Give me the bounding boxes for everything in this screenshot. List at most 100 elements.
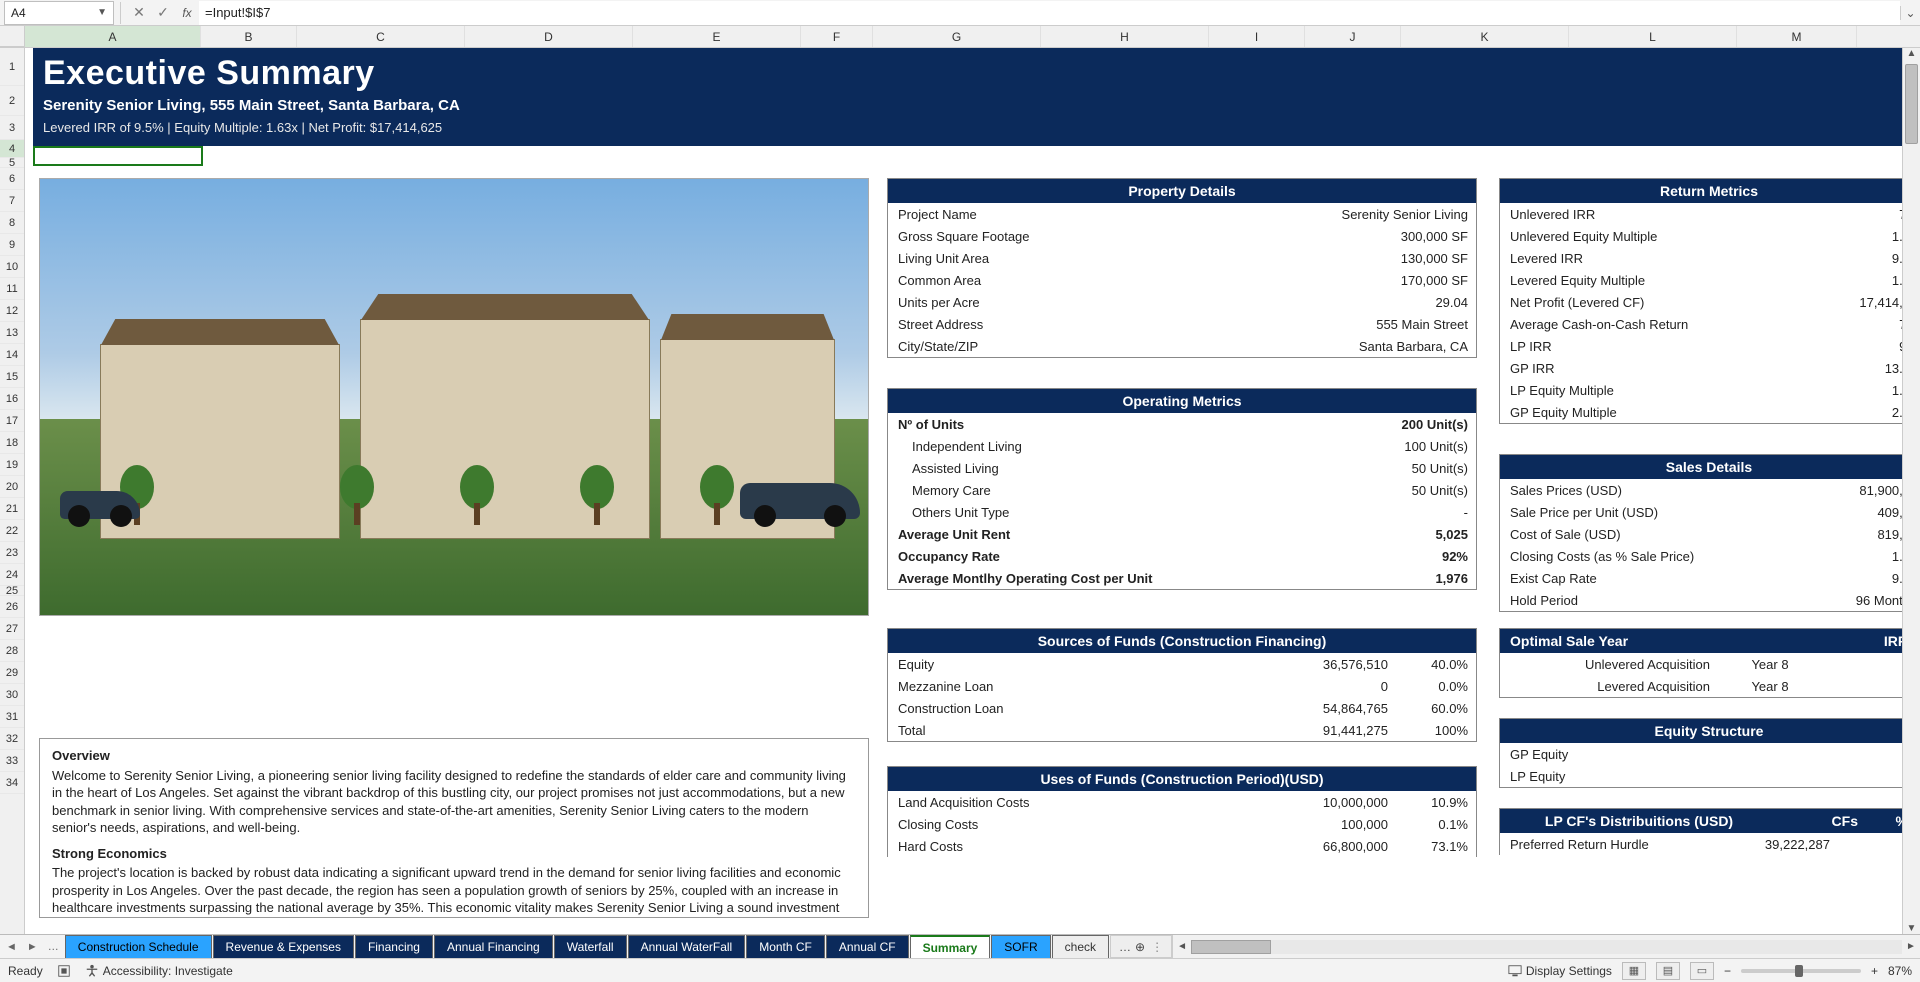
zoom-slider[interactable] [1741, 969, 1861, 973]
row-header-14[interactable]: 14 [0, 344, 24, 366]
row-header-32[interactable]: 32 [0, 728, 24, 750]
sheet-tab-waterfall[interactable]: Waterfall [554, 935, 627, 958]
zoom-level[interactable]: 87% [1888, 964, 1912, 978]
accessibility-label[interactable]: Accessibility: Investigate [103, 964, 233, 978]
row-header-23[interactable]: 23 [0, 542, 24, 564]
sheet-tab-summary[interactable]: Summary [910, 935, 991, 958]
row-header-4[interactable]: 4 [0, 140, 24, 158]
row-header-9[interactable]: 9 [0, 234, 24, 256]
row-header-30[interactable]: 30 [0, 684, 24, 706]
row-header-26[interactable]: 26 [0, 596, 24, 618]
column-header-C[interactable]: C [297, 26, 465, 47]
row-header-22[interactable]: 22 [0, 520, 24, 542]
scroll-down-icon[interactable]: ▼ [1903, 923, 1920, 934]
column-header-L[interactable]: L [1569, 26, 1737, 47]
name-box-dropdown-icon[interactable]: ▼ [97, 7, 107, 18]
row-header-11[interactable]: 11 [0, 278, 24, 300]
sheet-tab-financing[interactable]: Financing [355, 935, 433, 958]
column-header-J[interactable]: J [1305, 26, 1401, 47]
sheet-tab-month-cf[interactable]: Month CF [746, 935, 825, 958]
row-header-5[interactable]: 5 [0, 158, 24, 168]
row-value: 7. [1810, 317, 1902, 332]
column-header-G[interactable]: G [873, 26, 1041, 47]
row-header-27[interactable]: 27 [0, 618, 24, 640]
sheet-tab-annual-financing[interactable]: Annual Financing [434, 935, 553, 958]
sheet-tab-revenue-expenses[interactable]: Revenue & Expenses [213, 935, 354, 958]
column-header-K[interactable]: K [1401, 26, 1569, 47]
column-header-F[interactable]: F [801, 26, 873, 47]
row-header-15[interactable]: 15 [0, 366, 24, 388]
column-header-I[interactable]: I [1209, 26, 1305, 47]
row-header-34[interactable]: 34 [0, 772, 24, 794]
column-header-D[interactable]: D [465, 26, 633, 47]
row-header-20[interactable]: 20 [0, 476, 24, 498]
row-header-21[interactable]: 21 [0, 498, 24, 520]
sheet-tab-construction-schedule[interactable]: Construction Schedule [65, 935, 212, 958]
h-scrollbar-thumb[interactable] [1191, 940, 1271, 954]
lp-cf-col2: CFs [1768, 813, 1858, 829]
tab-nav-more-icon[interactable]: … [48, 941, 59, 953]
row-header-7[interactable]: 7 [0, 190, 24, 212]
row-header-3[interactable]: 3 [0, 116, 24, 140]
scroll-left-icon[interactable]: ◄ [1173, 941, 1191, 952]
vertical-scrollbar[interactable]: ▲ ▼ [1902, 48, 1920, 934]
row-header-29[interactable]: 29 [0, 662, 24, 684]
row-header-10[interactable]: 10 [0, 256, 24, 278]
row-header-19[interactable]: 19 [0, 454, 24, 476]
normal-view-icon[interactable]: ▦ [1622, 962, 1646, 980]
column-header-E[interactable]: E [633, 26, 801, 47]
row-header-31[interactable]: 31 [0, 706, 24, 728]
formula-input[interactable] [199, 1, 1900, 25]
tabs-menu-icon[interactable]: ⋮ [1151, 940, 1163, 954]
sheet-content[interactable]: Executive Summary Serenity Senior Living… [25, 48, 1902, 934]
row-header-12[interactable]: 12 [0, 300, 24, 322]
zoom-slider-knob[interactable] [1795, 965, 1803, 977]
row-header-24[interactable]: 24 [0, 564, 24, 586]
sheet-tab-check[interactable]: check [1052, 935, 1109, 958]
row-value: 9.4 [1810, 251, 1902, 266]
sheet-tab-sofr[interactable]: SOFR [991, 935, 1050, 958]
confirm-formula-icon[interactable]: ✓ [151, 4, 175, 21]
sheet-tab-annual-waterfall[interactable]: Annual WaterFall [628, 935, 746, 958]
row-pct: 0.0% [1388, 679, 1468, 694]
horizontal-scrollbar[interactable]: ◄ ► [1172, 935, 1920, 958]
row-header-13[interactable]: 13 [0, 322, 24, 344]
row-header-1[interactable]: 1 [0, 48, 24, 86]
row-header-33[interactable]: 33 [0, 750, 24, 772]
row-header-2[interactable]: 2 [0, 86, 24, 116]
row-header-25[interactable]: 25 [0, 586, 24, 596]
page-break-view-icon[interactable]: ▭ [1690, 962, 1714, 980]
fx-icon[interactable]: fx [175, 6, 199, 20]
cancel-formula-icon[interactable]: ✕ [127, 4, 151, 21]
tab-nav-prev-icon[interactable]: ◄ [6, 941, 17, 953]
row-label: Independent Living [898, 439, 1368, 454]
zoom-out-icon[interactable]: − [1724, 964, 1731, 978]
page-layout-view-icon[interactable]: ▤ [1656, 962, 1680, 980]
row-header-6[interactable]: 6 [0, 168, 24, 190]
column-header-M[interactable]: M [1737, 26, 1857, 47]
scrollbar-thumb[interactable] [1905, 64, 1918, 144]
row-header-28[interactable]: 28 [0, 640, 24, 662]
formula-bar-expand-icon[interactable]: ⌄ [1900, 6, 1920, 20]
status-bar: Ready Accessibility: Investigate Display… [0, 958, 1920, 982]
name-box[interactable]: A4 ▼ [4, 1, 114, 25]
overview-text-box: Overview Welcome to Serenity Senior Livi… [39, 738, 869, 918]
row-header-8[interactable]: 8 [0, 212, 24, 234]
scroll-up-icon[interactable]: ▲ [1903, 48, 1920, 59]
table-row: Average Montlhy Operating Cost per Unit1… [888, 567, 1476, 589]
row-header-17[interactable]: 17 [0, 410, 24, 432]
column-header-B[interactable]: B [201, 26, 297, 47]
scroll-right-icon[interactable]: ► [1902, 941, 1920, 952]
column-header-A[interactable]: A [25, 26, 201, 47]
macro-record-icon[interactable] [57, 964, 71, 978]
select-all-corner[interactable] [0, 26, 25, 47]
tabs-overflow[interactable]: … ⊕ ⋮ [1110, 935, 1172, 958]
zoom-in-icon[interactable]: + [1871, 964, 1878, 978]
column-header-H[interactable]: H [1041, 26, 1209, 47]
row-header-18[interactable]: 18 [0, 432, 24, 454]
new-sheet-icon[interactable]: ⊕ [1135, 940, 1145, 954]
sheet-tab-annual-cf[interactable]: Annual CF [826, 935, 909, 958]
row-header-16[interactable]: 16 [0, 388, 24, 410]
tab-nav-next-icon[interactable]: ► [27, 941, 38, 953]
display-settings-button[interactable]: Display Settings [1508, 964, 1612, 978]
